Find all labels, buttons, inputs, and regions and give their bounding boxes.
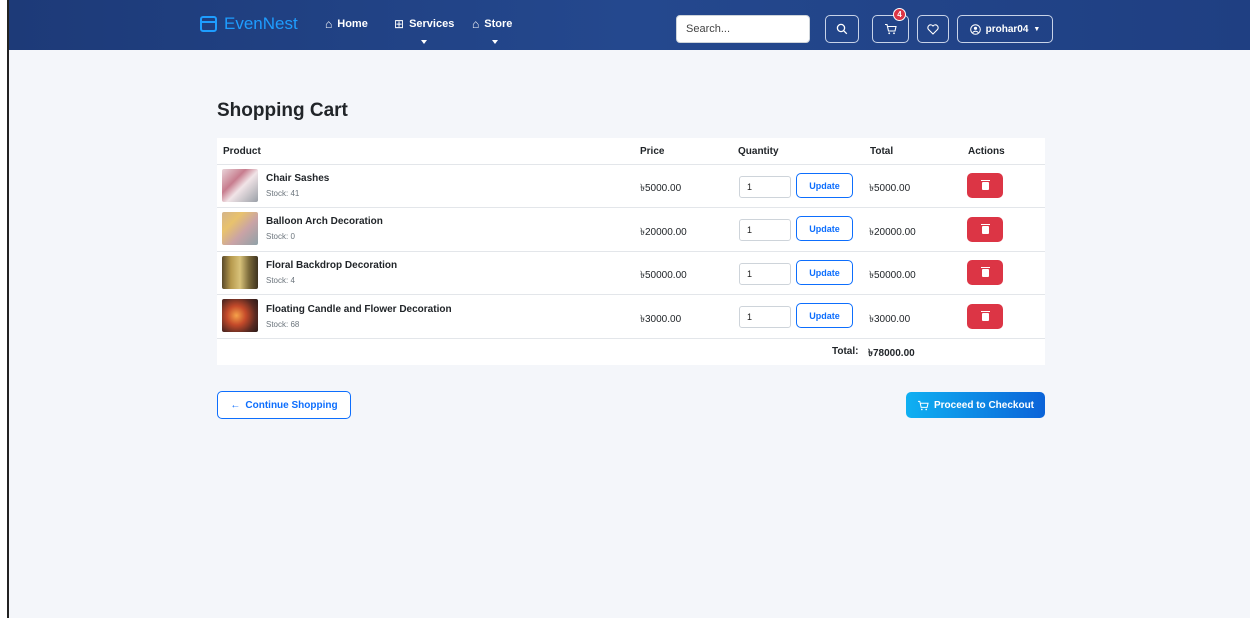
nav-home-link[interactable]: ⌂ Home bbox=[325, 17, 368, 31]
search-icon bbox=[836, 23, 848, 35]
chevron-down-icon: ▼ bbox=[1033, 25, 1041, 33]
delete-button[interactable] bbox=[967, 173, 1003, 198]
product-stock: Stock: 0 bbox=[266, 232, 295, 241]
product-price: ৳20000.00 bbox=[640, 227, 687, 238]
table-header-divider bbox=[217, 164, 1045, 165]
cart-total-label: Total: bbox=[832, 346, 859, 357]
trash-icon bbox=[980, 310, 990, 321]
row-divider bbox=[217, 338, 1045, 339]
nav-services-label: Services bbox=[409, 18, 455, 30]
row-total: ৳5000.00 bbox=[869, 183, 911, 194]
cart-total-value: ৳78000.00 bbox=[868, 348, 915, 359]
cart-count-badge: 4 bbox=[893, 8, 906, 21]
product-price: ৳5000.00 bbox=[640, 183, 682, 194]
row-total: ৳20000.00 bbox=[869, 227, 916, 238]
quantity-input[interactable]: 1 bbox=[739, 263, 791, 285]
trash-icon bbox=[980, 223, 990, 234]
header-quantity: Quantity bbox=[738, 146, 779, 157]
quantity-input[interactable]: 1 bbox=[739, 176, 791, 198]
services-caret-icon bbox=[421, 40, 427, 44]
row-total: ৳3000.00 bbox=[869, 314, 911, 325]
store-caret-icon bbox=[492, 40, 498, 44]
product-name[interactable]: Chair Sashes bbox=[266, 173, 329, 184]
update-button[interactable]: Update bbox=[796, 260, 853, 285]
brand-name: EvenNest bbox=[224, 14, 298, 33]
continue-shopping-button[interactable]: ← Continue Shopping bbox=[217, 391, 351, 419]
header-price: Price bbox=[640, 146, 665, 157]
header-actions: Actions bbox=[968, 146, 1005, 157]
product-name[interactable]: Floating Candle and Flower Decoration bbox=[266, 304, 452, 315]
wishlist-button[interactable] bbox=[917, 15, 949, 43]
nav-home-label: Home bbox=[337, 18, 368, 30]
product-thumbnail[interactable] bbox=[222, 256, 258, 289]
update-button[interactable]: Update bbox=[796, 216, 853, 241]
calendar-icon bbox=[200, 16, 217, 32]
product-name[interactable]: Floral Backdrop Decoration bbox=[266, 260, 397, 271]
nav-store-dropdown[interactable]: ⌂ Store bbox=[472, 17, 512, 31]
store-icon: ⌂ bbox=[472, 17, 480, 31]
product-price: ৳50000.00 bbox=[640, 270, 687, 281]
row-divider bbox=[217, 294, 1045, 295]
quantity-input[interactable]: 1 bbox=[739, 306, 791, 328]
delete-button[interactable] bbox=[967, 304, 1003, 329]
arrow-left-icon: ← bbox=[230, 399, 241, 411]
home-icon: ⌂ bbox=[325, 17, 333, 31]
top-navbar bbox=[9, 0, 1250, 50]
search-button[interactable] bbox=[825, 15, 859, 43]
product-price: ৳3000.00 bbox=[640, 314, 682, 325]
cart-icon bbox=[885, 23, 897, 35]
row-divider bbox=[217, 207, 1045, 208]
quantity-input[interactable]: 1 bbox=[739, 219, 791, 241]
product-stock: Stock: 4 bbox=[266, 276, 295, 285]
delete-button[interactable] bbox=[967, 217, 1003, 242]
brand-logo[interactable]: EvenNest bbox=[200, 14, 298, 34]
header-total: Total bbox=[870, 146, 894, 157]
user-circle-icon bbox=[969, 23, 981, 35]
trash-icon bbox=[980, 179, 990, 190]
proceed-to-checkout-button[interactable]: Proceed to Checkout bbox=[906, 392, 1045, 418]
row-divider bbox=[217, 251, 1045, 252]
delete-button[interactable] bbox=[967, 260, 1003, 285]
product-thumbnail[interactable] bbox=[222, 169, 258, 202]
user-name: prohar04 bbox=[985, 23, 1029, 35]
update-button[interactable]: Update bbox=[796, 303, 853, 328]
product-name[interactable]: Balloon Arch Decoration bbox=[266, 216, 383, 227]
continue-shopping-label: Continue Shopping bbox=[245, 399, 338, 411]
heart-icon bbox=[927, 23, 939, 35]
checkout-label: Proceed to Checkout bbox=[933, 399, 1035, 411]
nav-services-dropdown[interactable]: ⊞ Services bbox=[394, 17, 454, 31]
product-thumbnail[interactable] bbox=[222, 299, 258, 332]
trash-icon bbox=[980, 266, 990, 277]
row-total: ৳50000.00 bbox=[869, 270, 916, 281]
header-product: Product bbox=[223, 146, 261, 157]
user-menu-button[interactable]: prohar04 ▼ bbox=[957, 15, 1053, 43]
update-button[interactable]: Update bbox=[796, 173, 853, 198]
product-thumbnail[interactable] bbox=[222, 212, 258, 245]
grid-icon: ⊞ bbox=[394, 17, 405, 31]
product-stock: Stock: 68 bbox=[266, 320, 300, 329]
cart-icon bbox=[917, 400, 929, 410]
window-left-edge bbox=[0, 0, 9, 618]
nav-store-label: Store bbox=[484, 18, 513, 30]
product-stock: Stock: 41 bbox=[266, 189, 300, 198]
search-input[interactable] bbox=[676, 15, 810, 43]
page-title: Shopping Cart bbox=[217, 100, 348, 121]
